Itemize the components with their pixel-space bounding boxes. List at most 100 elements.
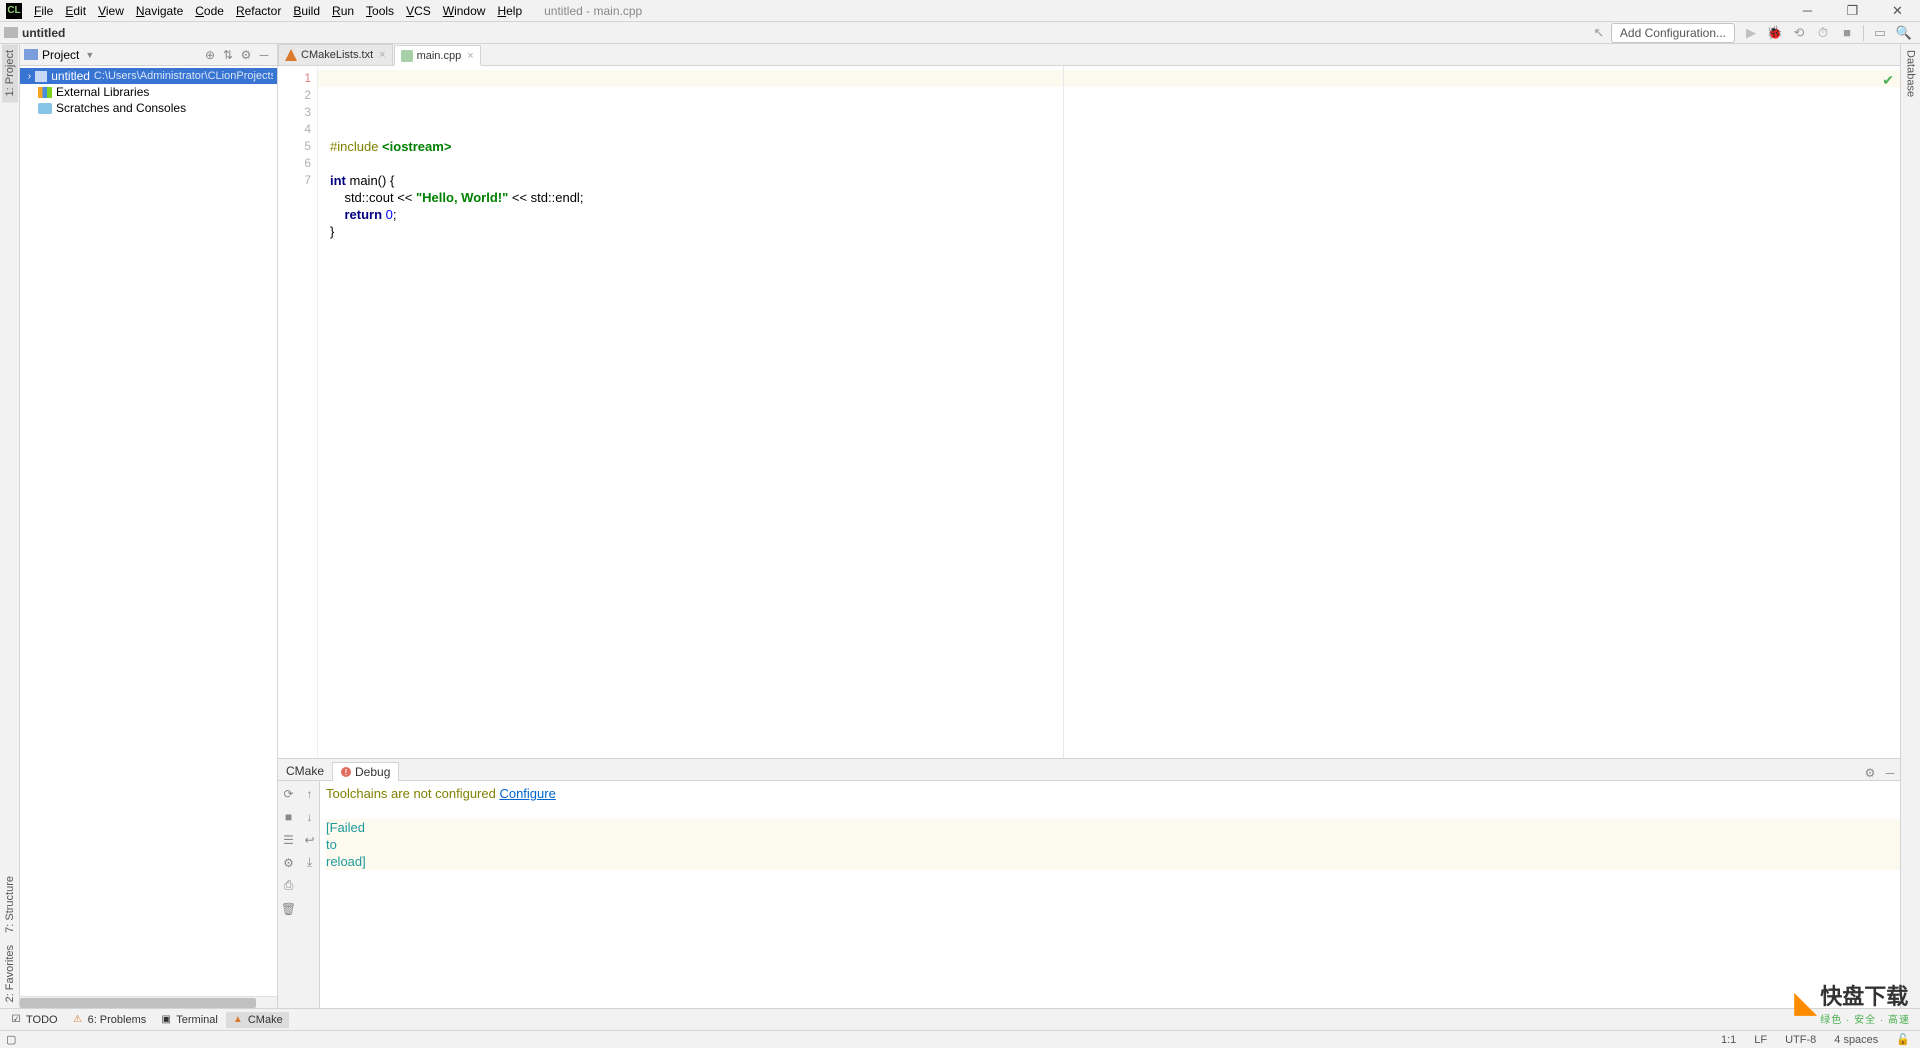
run-icon[interactable]: ▶ (1741, 23, 1761, 43)
tree-item-path: C:\Users\Administrator\CLionProjects\unt (94, 70, 273, 82)
lock-icon[interactable]: 🔓 (1892, 1033, 1914, 1046)
maximize-button[interactable]: ❐ (1830, 0, 1875, 22)
project-tool-tab[interactable]: 1: Project (2, 44, 18, 102)
terminal-icon: ▣ (160, 1014, 172, 1026)
stop-icon[interactable]: ■ (280, 808, 297, 825)
horizontal-scrollbar[interactable] (20, 996, 277, 1008)
favorites-tool-tab[interactable]: 2: Favorites (2, 939, 18, 1008)
tab-cmakelists[interactable]: CMakeLists.txt × (278, 44, 393, 65)
cpp-icon (401, 50, 413, 62)
cmake-icon[interactable]: ▭ (1870, 23, 1890, 43)
nav-bar: untitled ↖ Add Configuration... ▶ 🐞 ⟲ ⏱ … (0, 22, 1920, 44)
search-icon[interactable]: 🔍 (1894, 23, 1914, 43)
tree-item-external-libs[interactable]: External Libraries (20, 84, 277, 100)
tree-item-label: untitled (51, 69, 90, 83)
tab-main-cpp[interactable]: main.cpp × (394, 45, 481, 66)
warning-icon: ⚠ (72, 1014, 84, 1026)
hide-icon[interactable]: ─ (255, 46, 273, 64)
menu-navigate[interactable]: Navigate (130, 2, 189, 20)
right-tool-strip: Database (1900, 44, 1920, 1008)
minimize-button[interactable]: ─ (1785, 0, 1830, 22)
scrollbar-thumb[interactable] (20, 998, 256, 1008)
settings-icon[interactable]: ⚙ (280, 854, 297, 871)
print-icon[interactable]: ⎙ (280, 877, 297, 894)
up-icon[interactable]: ↑ (301, 785, 318, 802)
titlebar: CL File Edit View Navigate Code Refactor… (0, 0, 1920, 22)
close-icon[interactable]: × (467, 50, 473, 62)
indent-setting[interactable]: 4 spaces (1830, 1034, 1882, 1046)
libs-icon (38, 87, 52, 98)
todo-tab[interactable]: ☑TODO (4, 1012, 64, 1028)
menu-code[interactable]: Code (189, 2, 230, 20)
window-controls: ─ ❐ ✕ (1785, 0, 1920, 22)
gear-icon[interactable]: ⚙ (1860, 766, 1880, 780)
menu-help[interactable]: Help (491, 2, 528, 20)
editor-tab-bar: CMakeLists.txt × main.cpp × (278, 44, 1900, 66)
hide-icon[interactable]: ─ (1880, 766, 1900, 780)
down-icon[interactable]: ↓ (301, 808, 318, 825)
debug-tab[interactable]: ! Debug (332, 762, 399, 781)
close-icon[interactable]: × (379, 49, 385, 61)
tree-item-root[interactable]: › untitled C:\Users\Administrator\CLionP… (20, 68, 277, 84)
main-menu: File Edit View Navigate Code Refactor Bu… (28, 2, 528, 20)
menu-edit[interactable]: Edit (59, 2, 92, 20)
current-line-highlight (318, 70, 1900, 87)
menu-build[interactable]: Build (287, 2, 326, 20)
scroll-icon[interactable]: ⤓ (301, 854, 318, 871)
file-encoding[interactable]: UTF-8 (1781, 1034, 1820, 1046)
check-icon: ✔ (1882, 72, 1894, 89)
stop-icon[interactable]: ■ (1837, 23, 1857, 43)
back-icon[interactable]: ↖ (1589, 23, 1609, 43)
folder-icon (4, 27, 18, 38)
configure-link[interactable]: Configure (499, 786, 555, 801)
close-button[interactable]: ✕ (1875, 0, 1920, 22)
menu-view[interactable]: View (92, 2, 130, 20)
code-editor[interactable]: #include <iostream> int main() { std::co… (318, 66, 1900, 758)
reload-icon[interactable]: ⟳ (280, 785, 297, 802)
expand-icon[interactable]: ⇅ (219, 46, 237, 64)
tree-item-scratches[interactable]: Scratches and Consoles (20, 100, 277, 116)
database-tool-tab[interactable]: Database (1903, 44, 1919, 103)
soft-wrap-icon[interactable]: ↩ (301, 831, 318, 848)
cmake-tab[interactable]: CMake (278, 762, 332, 780)
gear-icon[interactable]: ⚙ (237, 46, 255, 64)
cursor-position[interactable]: 1:1 (1717, 1034, 1740, 1046)
problems-tab[interactable]: ⚠6: Problems (66, 1012, 153, 1028)
bottom-status-tabs: ☑TODO ⚠6: Problems ▣Terminal ▲CMake (0, 1008, 1920, 1030)
cmake-tab[interactable]: ▲CMake (226, 1012, 289, 1028)
locate-icon[interactable]: ⊕ (201, 46, 219, 64)
folder-icon (35, 71, 48, 82)
editor-area: CMakeLists.txt × main.cpp × 1 2 3 4 5 6 … (278, 44, 1900, 1008)
filter-icon[interactable]: ☰ (280, 831, 297, 848)
menu-vcs[interactable]: VCS (400, 2, 437, 20)
menu-window[interactable]: Window (437, 2, 492, 20)
profile-icon[interactable]: ⏱ (1813, 23, 1833, 43)
window-title: untitled - main.cpp (544, 4, 642, 18)
tab-label: main.cpp (417, 50, 462, 62)
cmake-icon: ▲ (232, 1014, 244, 1026)
menu-tools[interactable]: Tools (360, 2, 400, 20)
line-ending[interactable]: LF (1750, 1034, 1771, 1046)
menu-file[interactable]: File (28, 2, 59, 20)
status-box-icon[interactable]: ▢ (6, 1033, 16, 1046)
editor-body[interactable]: 1 2 3 4 5 6 7 #include <iostream> int ma… (278, 66, 1900, 758)
error-icon: ! (341, 767, 351, 777)
add-configuration-button[interactable]: Add Configuration... (1611, 23, 1735, 43)
project-view-selector[interactable]: Project ▼ (24, 48, 94, 62)
coverage-icon[interactable]: ⟲ (1789, 23, 1809, 43)
menu-run[interactable]: Run (326, 2, 360, 20)
terminal-tab[interactable]: ▣Terminal (154, 1012, 224, 1028)
line-gutter: 1 2 3 4 5 6 7 (278, 66, 318, 758)
menu-refactor[interactable]: Refactor (230, 2, 287, 20)
breadcrumb-label[interactable]: untitled (22, 26, 65, 40)
structure-tool-tab[interactable]: 7: Structure (2, 870, 18, 939)
console-output[interactable]: Toolchains are not configured Configure … (320, 781, 1900, 1008)
bottom-tool-panel: CMake ! Debug ⚙ ─ ⟳↑ ■↓ ☰↩ ⚙⤓ ⎙ 🗑 (278, 758, 1900, 1008)
debug-icon[interactable]: 🐞 (1765, 23, 1785, 43)
todo-icon: ☑ (10, 1014, 22, 1026)
project-tree: › untitled C:\Users\Administrator\CLionP… (20, 66, 277, 996)
trash-icon[interactable]: 🗑 (280, 900, 297, 917)
status-bar: ▢ 1:1 LF UTF-8 4 spaces 🔓 (0, 1030, 1920, 1048)
chevron-right-icon[interactable]: › (24, 71, 35, 82)
tab-label: CMakeLists.txt (301, 49, 373, 61)
